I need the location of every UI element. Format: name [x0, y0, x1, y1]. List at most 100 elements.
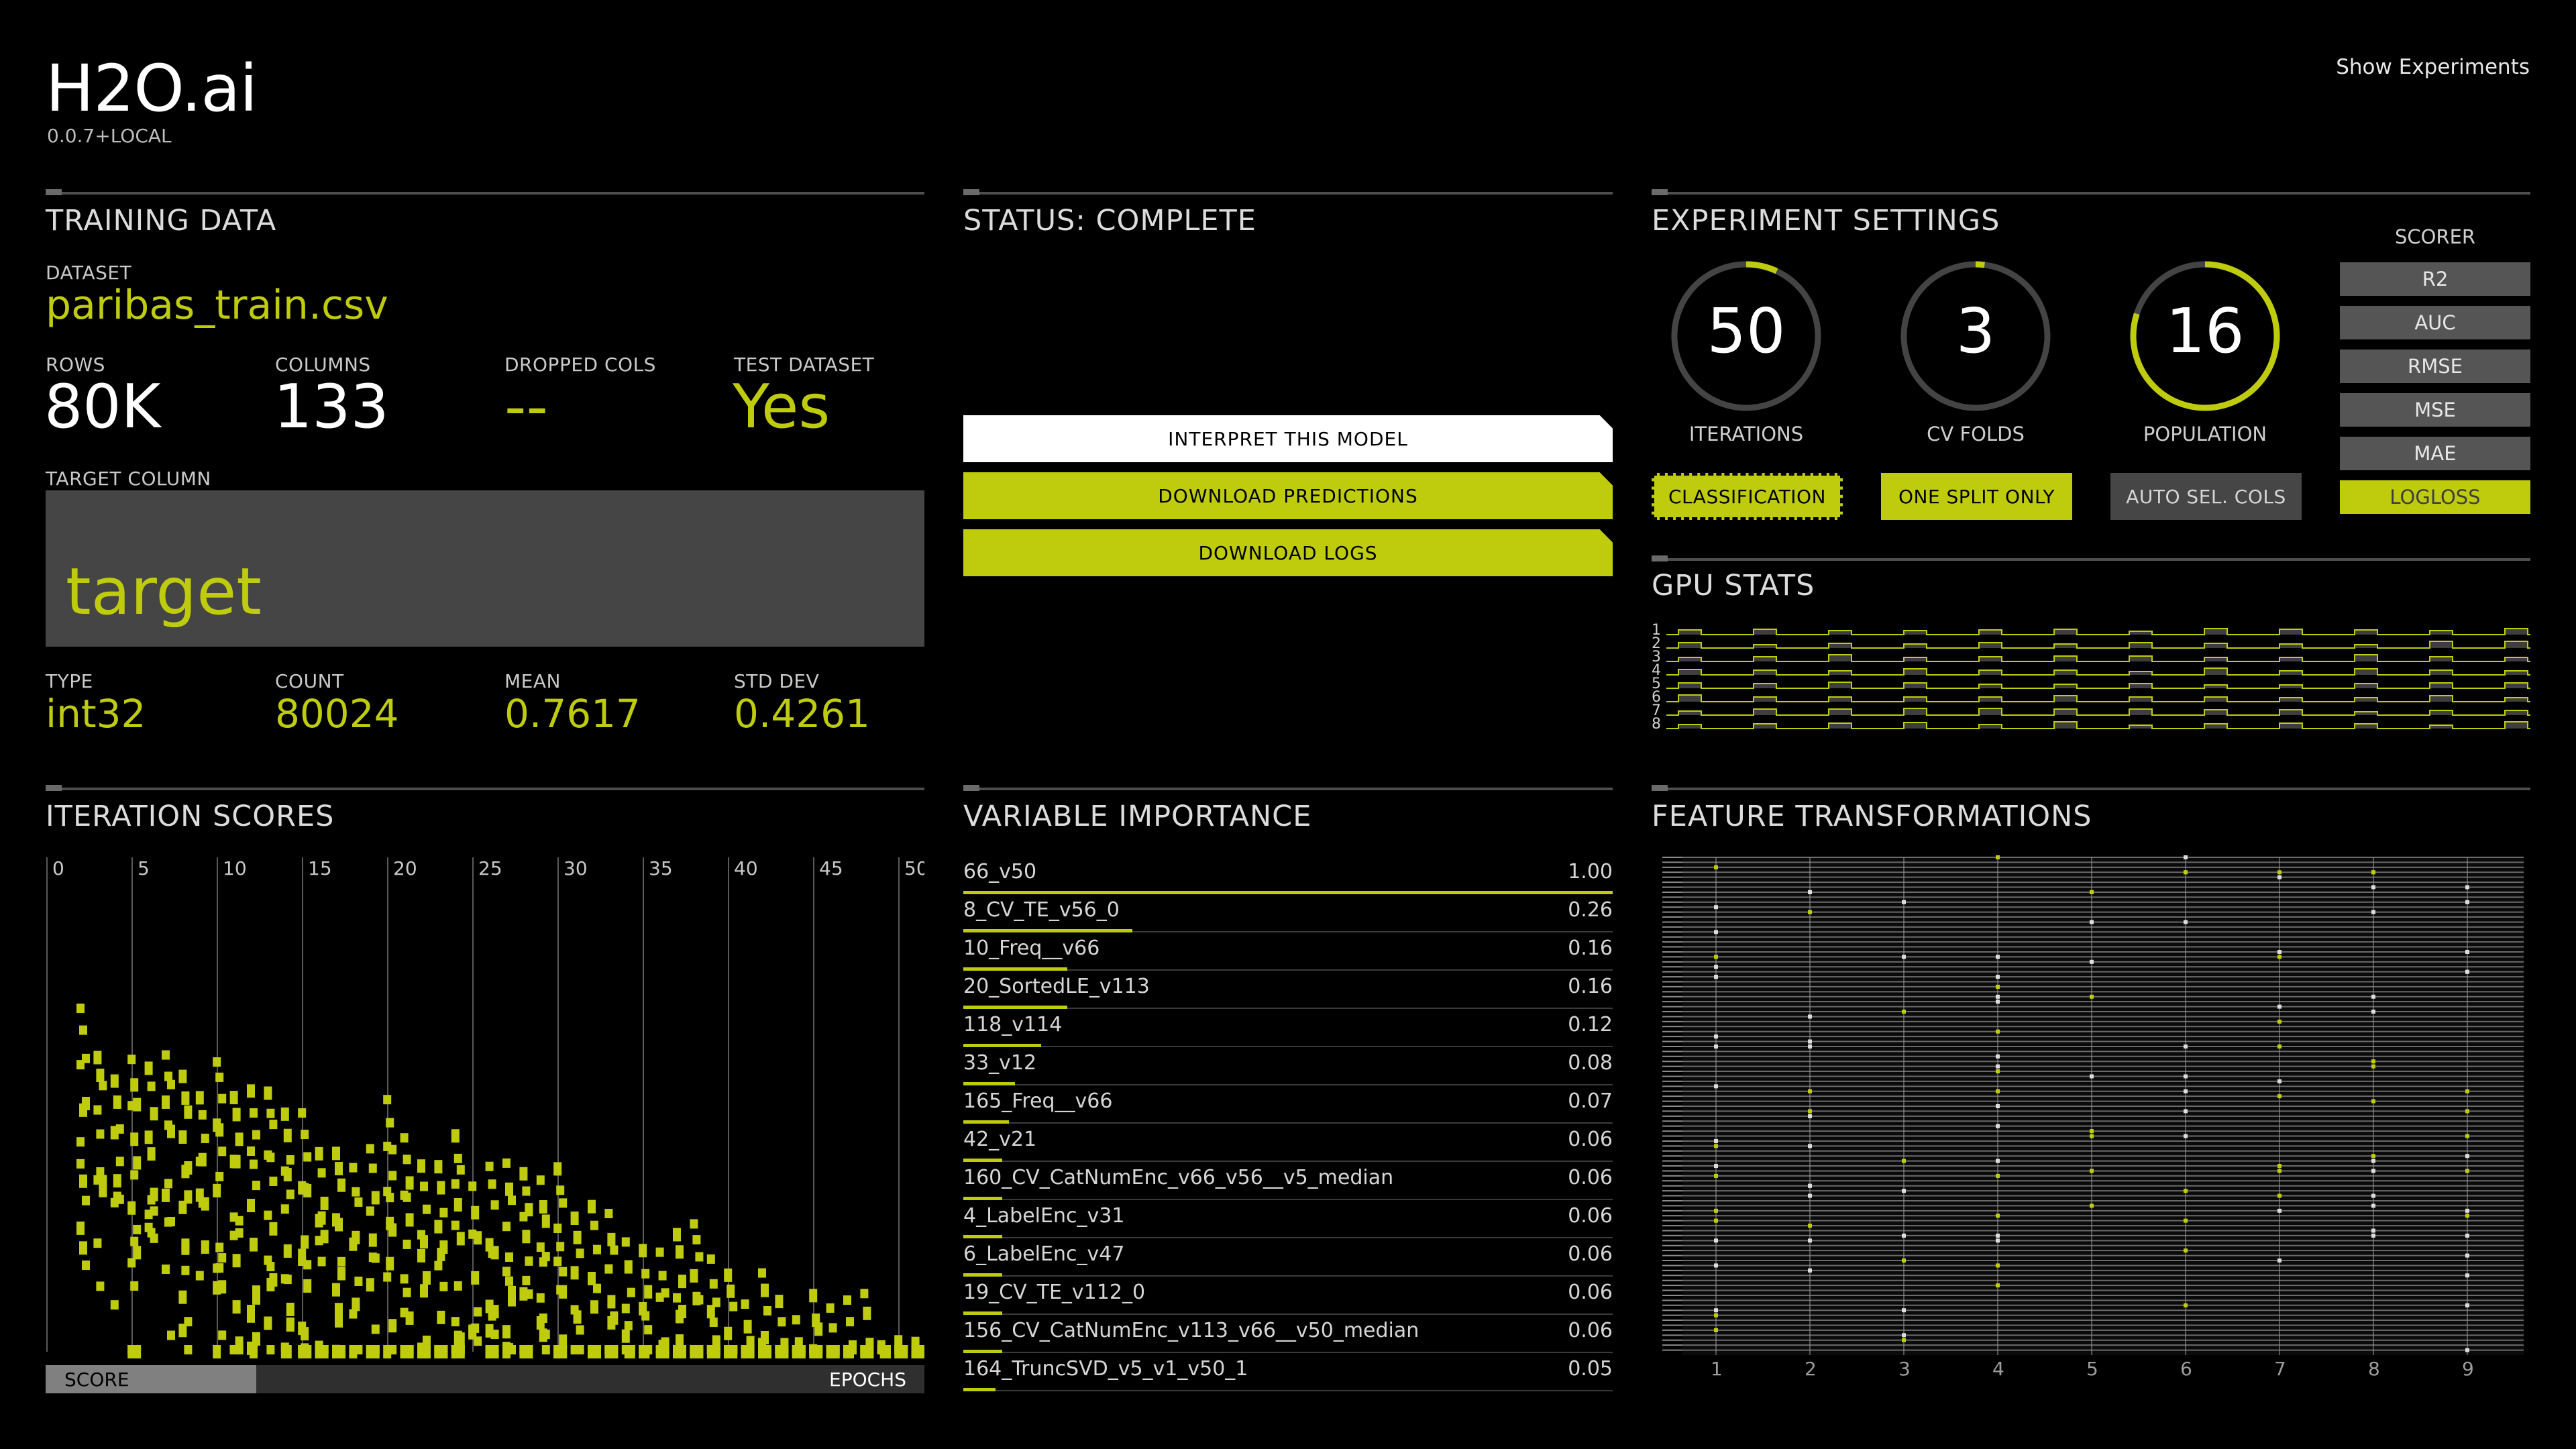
iteration-score-point [162, 1050, 170, 1060]
iteration-score-point [490, 1246, 499, 1260]
iteration-score-point [167, 1330, 175, 1340]
iteration-score-point [706, 1305, 715, 1319]
iteration-score-point [468, 1229, 477, 1239]
iteration-score-point [247, 1313, 255, 1323]
iteration-scores-title: ITERATION SCORES [46, 800, 335, 833]
iteration-score-point [709, 1318, 718, 1328]
iteration-score-point [130, 1236, 139, 1246]
status-title: STATUS: COMPLETE [963, 204, 1256, 237]
iteration-score-point [434, 1260, 443, 1271]
iteration-score-point [215, 1171, 224, 1181]
variable-name: 160_CV_CatNumEnc_v66_v56__v5_median [963, 1166, 1394, 1189]
iteration-score-point [232, 1254, 241, 1268]
feature-transform-point [2465, 1134, 2469, 1138]
auto-sel-cols-toggle[interactable]: AUTO SEL. COLS [2110, 473, 2302, 520]
iteration-score-point [264, 1255, 272, 1265]
iteration-score-point [400, 1345, 409, 1358]
iteration-score-point [692, 1345, 701, 1354]
one-split-only-toggle[interactable]: ONE SPLIT ONLY [1881, 473, 2072, 520]
std-dev-label: STD DEV [734, 670, 820, 692]
feature-transform-point [1714, 905, 1718, 910]
feature-transform-point [1714, 1084, 1718, 1089]
cv-folds-label: CV FOLDS [1927, 423, 2025, 445]
iteration-score-point [386, 1256, 394, 1271]
scorer-auc[interactable]: AUC [2340, 306, 2530, 339]
download-logs-button[interactable]: DOWNLOAD LOGS [963, 529, 1613, 576]
feature-transform-point [2371, 1010, 2375, 1014]
rows-value: 80K [44, 372, 161, 442]
iteration-score-point [559, 1267, 568, 1277]
iteration-score-point [127, 1201, 136, 1215]
iteration-score-point [388, 1345, 397, 1354]
iteration-score-point [366, 1206, 374, 1216]
iteration-score-point [127, 1258, 136, 1268]
feature-transform-point [2371, 910, 2375, 914]
variable-importance-row: 4_LabelEnc_v31 0.06 [963, 1200, 1613, 1238]
feature-transform-point [1996, 1089, 2000, 1093]
scorer-mse[interactable]: MSE [2340, 393, 2530, 427]
iteration-score-point [133, 1246, 142, 1260]
iteration-score-point [911, 1345, 920, 1354]
iteration-score-point [368, 1163, 377, 1173]
iteration-score-point [150, 1206, 158, 1216]
download-predictions-button[interactable]: DOWNLOAD PREDICTIONS [963, 472, 1613, 519]
feature-transform-point [1902, 1308, 1906, 1313]
iteration-score-point [147, 1147, 156, 1161]
feature-transform-point [2090, 1074, 2094, 1079]
iteration-score-point [453, 1198, 462, 1212]
iteration-score-point [150, 1107, 158, 1121]
iteration-x-tick: 0 [52, 857, 64, 879]
variable-name: 156_CV_CatNumEnc_v113_v66__v50_median [963, 1319, 1419, 1342]
feature-transform-point [1996, 994, 2000, 999]
show-experiments-link[interactable]: Show Experiments [2336, 55, 2530, 79]
iteration-score-point [573, 1230, 582, 1244]
feature-transform-point [1714, 1144, 1718, 1148]
iteration-score-point [184, 1190, 193, 1204]
iteration-score-point [468, 1181, 477, 1191]
feature-transform-point [1808, 1039, 1812, 1044]
iteration-score-point [488, 1179, 496, 1189]
variable-importance-row: 118_v114 0.12 [963, 1009, 1613, 1047]
scorer-r2[interactable]: R2 [2340, 262, 2530, 296]
iteration-score-point [110, 1074, 119, 1088]
variable-importance-value: 0.16 [1568, 936, 1613, 960]
iteration-score-point [453, 1153, 462, 1163]
iteration-score-point [99, 1081, 107, 1091]
variable-name: 66_v50 [963, 860, 1037, 883]
iteration-score-point [201, 1133, 209, 1143]
iteration-score-point [439, 1281, 448, 1291]
iteration-score-point [655, 1292, 664, 1302]
iteration-score-point [229, 1091, 238, 1105]
classification-toggle[interactable]: CLASSIFICATION [1652, 473, 1843, 520]
feature-transform-point [1808, 1193, 1812, 1198]
iteration-score-point [724, 1268, 733, 1282]
interpret-model-button[interactable]: INTERPRET THIS MODEL [963, 415, 1613, 462]
scorer-logloss[interactable]: LOGLOSS [2340, 480, 2530, 514]
iteration-score-point [508, 1293, 516, 1307]
iteration-score-point [502, 1267, 511, 1277]
iteration-score-point [911, 1336, 920, 1346]
iteration-score-point [522, 1345, 531, 1354]
scorer-rmse[interactable]: RMSE [2340, 350, 2530, 383]
iteration-score-point [624, 1321, 633, 1331]
iteration-score-point [280, 1345, 289, 1358]
iteration-score-point [269, 1120, 278, 1130]
iteration-score-point [301, 1130, 309, 1140]
scorer-title: SCORER [2394, 225, 2476, 248]
scorer-mae[interactable]: MAE [2340, 437, 2530, 470]
iteration-score-point [502, 1345, 511, 1358]
iteration-score-point [588, 1199, 596, 1214]
feature-transform-point [1996, 984, 2000, 989]
iteration-score-point [79, 1174, 87, 1188]
iteration-score-point [451, 1220, 460, 1230]
feature-transform-point [2277, 1044, 2282, 1049]
feature-transform-point [1902, 955, 1906, 959]
iteration-score-point [247, 1199, 255, 1213]
variable-importance-value: 0.06 [1568, 1319, 1613, 1342]
iteration-score-point [247, 1305, 255, 1315]
feature-transform-point [1714, 1238, 1718, 1243]
iteration-score-point [451, 1345, 460, 1354]
iteration-score-point [144, 1130, 153, 1144]
feature-transform-point [1808, 1144, 1812, 1148]
iteration-score-point [434, 1345, 443, 1354]
